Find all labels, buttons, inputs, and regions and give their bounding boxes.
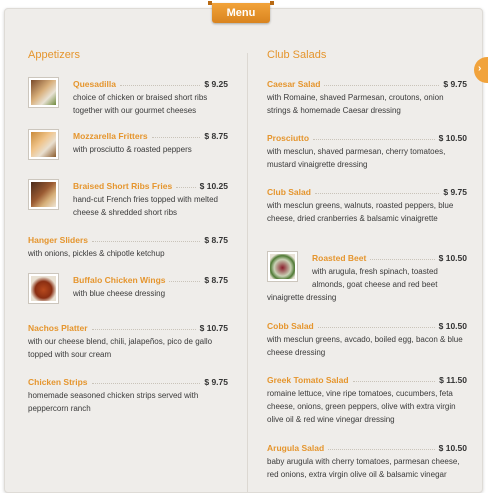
item-price: $ 10.50 — [438, 443, 467, 453]
item-description: with our cheese blend, chili, jalapeños,… — [28, 337, 213, 359]
item-price: $ 10.50 — [438, 133, 467, 143]
item-name: Cobb Salad — [267, 321, 314, 331]
menu-item-nachos-platter[interactable]: Nachos Platter $ 10.75 with our cheese bl… — [28, 321, 228, 375]
club-salads-column: Club Salads Caesar Salad $ 9.75 with Roma… — [267, 48, 467, 487]
item-description: with mesclun, shaved parmesan, cherry to… — [267, 147, 446, 169]
item-description: with blue cheese dressing — [73, 289, 166, 298]
item-price: $ 10.25 — [199, 181, 228, 191]
item-price: $ 8.75 — [204, 235, 228, 245]
club-salads-heading: Club Salads — [267, 49, 327, 61]
menu-item-arugula-salad[interactable]: Arugula Salad $ 10.50 baby arugula with c… — [267, 441, 467, 487]
item-description: choice of chicken or braised short ribs … — [73, 93, 208, 115]
item-price: $ 9.75 — [204, 377, 228, 387]
menu-item-prosciutto[interactable]: Prosciutto $ 10.50 with mesclun, shaved p… — [267, 131, 467, 185]
item-price: $ 8.75 — [204, 275, 228, 285]
menu-item-club-salad[interactable]: Club Salad $ 9.75 with mesclun greens, wa… — [267, 185, 467, 251]
appetizers-heading: Appetizers — [28, 49, 80, 61]
menu-item-roasted-beet[interactable]: Roasted Beet $ 10.50 with arugula, fresh … — [267, 251, 467, 319]
menu-item-quesadilla[interactable]: Quesadilla $ 9.25 choice of chicken or br… — [28, 77, 228, 129]
item-description: with prosciutto & roasted peppers — [73, 145, 192, 154]
column-divider — [247, 53, 248, 492]
item-description: with arugula, fresh spinach, toasted alm… — [312, 267, 438, 289]
item-description: with mesclun greens, avcado, boiled egg,… — [267, 335, 463, 357]
item-description-continued: vinaigrette dressing — [267, 293, 337, 302]
chevron-right-icon: › — [478, 63, 482, 74]
item-description: baby arugula with cherry tomatoes, parme… — [267, 457, 460, 479]
item-description: with Romaine, shaved Parmesan, croutons,… — [267, 93, 444, 115]
item-price: $ 11.50 — [439, 375, 467, 385]
wings-thumbnail[interactable] — [28, 273, 59, 304]
menu-panel: Appetizers Quesadilla $ 9.25 choice of ch… — [4, 8, 483, 493]
item-price: $ 9.75 — [443, 79, 467, 89]
item-name: Club Salad — [267, 187, 311, 197]
fritters-thumbnail[interactable] — [28, 129, 59, 160]
menu-tab[interactable]: Menu — [208, 1, 274, 23]
item-price: $ 9.75 — [443, 187, 467, 197]
item-name: Roasted Beet — [312, 253, 367, 263]
item-name: Greek Tomato Salad — [267, 375, 349, 385]
item-name: Hanger Sliders — [28, 235, 88, 245]
item-description: with onions, pickles & chipotle ketchup — [28, 249, 165, 258]
roasted-beet-thumbnail[interactable] — [267, 251, 298, 282]
menu-item-cobb-salad[interactable]: Cobb Salad $ 10.50 with mesclun greens, a… — [267, 319, 467, 373]
item-description: romaine lettuce, vine ripe tomatoes, cuc… — [267, 389, 456, 424]
item-name: Braised Short Ribs Fries — [73, 181, 173, 191]
menu-item-chicken-strips[interactable]: Chicken Strips $ 9.75 homemade seasoned c… — [28, 375, 228, 419]
item-name: Quesadilla — [73, 79, 116, 89]
appetizers-column: Appetizers Quesadilla $ 9.25 choice of ch… — [28, 48, 228, 419]
item-price: $ 9.25 — [204, 79, 228, 89]
item-name: Caesar Salad — [267, 79, 321, 89]
item-name: Mozzarella Fritters — [73, 131, 148, 141]
item-description: hand-cut French fries topped with melted… — [73, 195, 218, 217]
item-price: $ 10.50 — [438, 253, 467, 263]
menu-item-buffalo-chicken-wings[interactable]: Buffalo Chicken Wings $ 8.75 with blue ch… — [28, 273, 228, 321]
short-ribs-thumbnail[interactable] — [28, 179, 59, 210]
menu-item-greek-tomato-salad[interactable]: Greek Tomato Salad $ 11.50 romaine lettuc… — [267, 373, 467, 441]
menu-item-mozzarella-fritters[interactable]: Mozzarella Fritters $ 8.75 with prosciutt… — [28, 129, 228, 179]
item-name: Prosciutto — [267, 133, 310, 143]
item-name: Nachos Platter — [28, 323, 88, 333]
item-name: Chicken Strips — [28, 377, 88, 387]
quesadilla-thumbnail[interactable] — [28, 77, 59, 108]
menu-item-caesar-salad[interactable]: Caesar Salad $ 9.75 with Romaine, shaved … — [267, 77, 467, 131]
menu-item-hanger-sliders[interactable]: Hanger Sliders $ 8.75 with onions, pickle… — [28, 233, 228, 273]
item-price: $ 8.75 — [204, 131, 228, 141]
item-description: homemade seasoned chicken strips served … — [28, 391, 199, 413]
item-price: $ 10.75 — [199, 323, 228, 333]
item-price: $ 10.50 — [438, 321, 467, 331]
item-description: with mesclun greens, walnuts, roasted pe… — [267, 201, 454, 223]
item-name: Arugula Salad — [267, 443, 325, 453]
item-name: Buffalo Chicken Wings — [73, 275, 166, 285]
menu-item-braised-short-ribs-fries[interactable]: Braised Short Ribs Fries $ 10.25 hand-cut… — [28, 179, 228, 233]
